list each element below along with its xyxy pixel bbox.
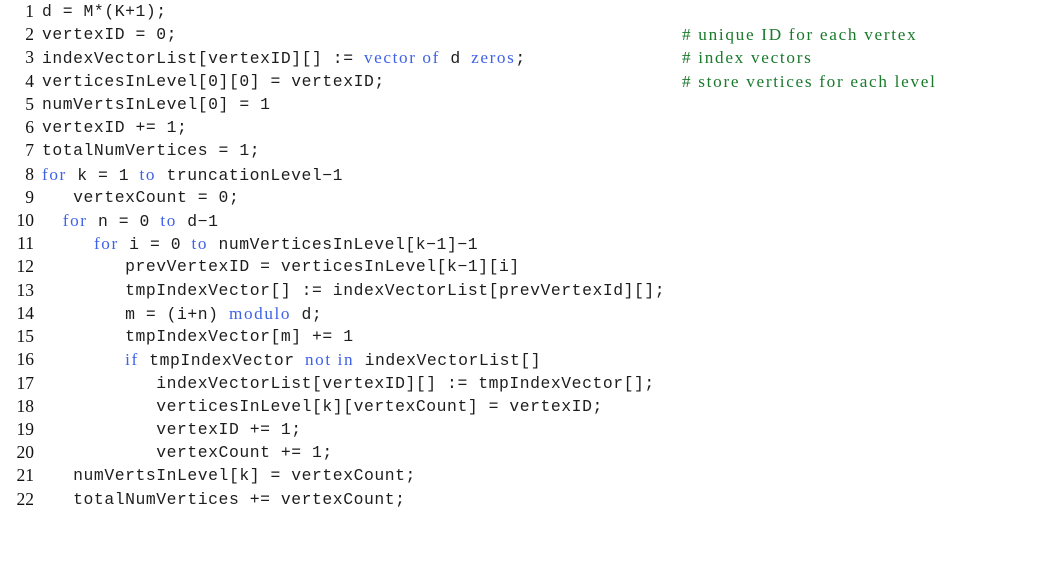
line-number: 12 [16,256,35,277]
code-keyword: modulo [228,303,292,323]
line-number: 17 [16,372,35,393]
code-text: d = M*(K+1); [42,2,167,21]
line-number: 13 [16,279,35,300]
code-text: prevVertexID = verticesInLevel[k−1][i] [42,257,520,277]
line-number: 7 [25,140,34,161]
code-keyword: to [139,164,157,184]
code-line: 1 d = M*(K+1); [0,0,1050,23]
code-line: 11 for i = 0 to numVerticesInLevel[k−1]−… [0,232,1050,255]
line-number: 22 [16,488,35,509]
line-number: 11 [17,233,34,254]
line-number: 19 [16,418,35,439]
code-line: 5 numVertsInLevel[0] = 1 [0,93,1050,116]
line-number: 18 [16,395,35,416]
code-text: for k = 1 to truncationLevel−1 [42,164,344,185]
code-line: 12 prevVertexID = verticesInLevel[k−1][i… [0,255,1050,278]
line-number: 21 [16,465,35,486]
code-line: 17 indexVectorList[vertexID][] := tmpInd… [0,372,1050,395]
code-text: vertexCount += 1; [42,443,333,463]
code-keyword: for [42,164,67,184]
code-comment: # unique ID for each vertex [682,25,918,45]
line-number: 20 [16,442,35,463]
code-comment: # store vertices for each level [682,71,937,91]
code-text: for n = 0 to d−1 [62,210,219,231]
line-number: 5 [25,93,34,114]
code-line: 14 m = (i+n) modulo d; [0,302,1050,325]
code-listing: 1 d = M*(K+1); 2 vertexID = 0; # unique … [0,0,1050,511]
code-text: tmpIndexVector[] := indexVectorList[prev… [42,280,666,300]
code-line: 16 if tmpIndexVector not in indexVectorL… [0,348,1050,371]
code-text: tmpIndexVector[m] += 1 [42,327,354,347]
code-text: verticesInLevel[0][0] = vertexID; [42,71,385,91]
line-number: 10 [16,209,35,230]
code-text: for i = 0 to numVerticesInLevel[k−1]−1 [93,234,479,255]
code-text: indexVectorList[vertexID][] := vector of… [42,48,526,69]
code-keyword: not in [304,350,355,370]
line-number: 6 [25,117,34,138]
code-text: if tmpIndexVector not in indexVectorList… [125,350,542,371]
code-text: vertexID = 0; [42,25,178,45]
code-line: 22 totalNumVertices += vertexCount; [0,488,1050,511]
line-number: 4 [25,70,34,91]
line-number: 9 [25,186,34,207]
line-number: 15 [16,326,35,347]
code-text: vertexID += 1; [42,419,302,439]
code-keyword: vector of [363,48,440,68]
code-keyword: for [93,234,119,254]
line-number: 2 [25,24,34,45]
code-keyword: to [160,210,177,230]
code-line: 9 vertexCount = 0; [0,186,1050,209]
line-number: 3 [25,47,34,68]
code-keyword: to [191,234,209,254]
line-number: 8 [25,163,34,184]
line-number: 1 [25,1,34,21]
code-line: 19 vertexID += 1; [0,418,1050,441]
code-line: 20 vertexCount += 1; [0,441,1050,464]
code-line: 3 indexVectorList[vertexID][] := vector … [0,46,1050,69]
code-line: 4 verticesInLevel[0][0] = vertexID; # st… [0,70,1050,93]
code-line: 10 for n = 0 to d−1 [0,209,1050,232]
line-number: 14 [16,302,35,323]
code-line: 15 tmpIndexVector[m] += 1 [0,325,1050,348]
code-line: 7 totalNumVertices = 1; [0,139,1050,162]
code-text: verticesInLevel[k][vertexCount] = vertex… [42,396,603,416]
line-number: 16 [16,349,35,370]
code-text: numVertsInLevel[0] = 1 [42,94,271,114]
code-keyword: if [125,350,139,370]
code-text: vertexCount = 0; [42,187,240,207]
code-text: totalNumVertices = 1; [42,141,261,161]
code-text: indexVectorList[vertexID][] := tmpIndexV… [42,373,655,393]
code-keyword: for [62,210,88,230]
code-line: 21 numVertsInLevel[k] = vertexCount; [0,464,1050,487]
code-keyword: zeros [471,48,516,68]
code-text: totalNumVertices += vertexCount; [42,489,406,509]
code-text: numVertsInLevel[k] = vertexCount; [42,466,416,486]
code-line: 2 vertexID = 0; # unique ID for each ver… [0,23,1050,46]
code-comment: # index vectors [682,48,813,68]
code-text: m = (i+n) modulo d; [125,303,323,324]
code-line: 18 verticesInLevel[k][vertexCount] = ver… [0,395,1050,418]
code-line: 8 for k = 1 to truncationLevel−1 [0,163,1050,186]
code-line: 13 tmpIndexVector[] := indexVectorList[p… [0,279,1050,302]
code-line: 6 vertexID += 1; [0,116,1050,139]
code-text: vertexID += 1; [42,118,188,138]
